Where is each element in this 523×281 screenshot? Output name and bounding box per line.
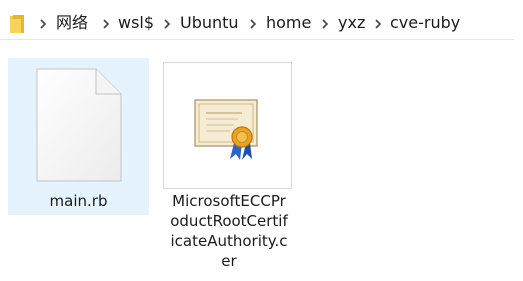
breadcrumb-item-yxz[interactable]: yxz xyxy=(338,13,365,33)
file-name-line: icateAuthority.c xyxy=(170,232,288,250)
chevron-right-icon[interactable] xyxy=(248,18,258,30)
chevron-right-icon[interactable] xyxy=(38,18,48,30)
file-name-line: oductRootCertif xyxy=(170,212,288,230)
chevron-right-icon[interactable] xyxy=(162,18,172,30)
certificate-icon xyxy=(194,99,258,160)
file-name: main.rb xyxy=(49,192,108,210)
breadcrumb-item-network[interactable]: 网络 xyxy=(56,13,88,33)
breadcrumb-item-home[interactable]: home xyxy=(266,13,311,33)
file-tile-certificate[interactable] xyxy=(163,62,292,189)
chevron-right-icon[interactable] xyxy=(373,18,383,30)
breadcrumb-item-wsl[interactable]: wsl$ xyxy=(118,13,154,33)
breadcrumb-item-cve-ruby[interactable]: cve-ruby xyxy=(390,13,460,33)
file-name-line: er xyxy=(221,252,237,270)
address-bar[interactable]: 网络 wsl$ Ubuntu home yxz cve-ruby xyxy=(0,0,514,40)
file-name-line: MicrosoftECCPr xyxy=(172,192,286,210)
file-tile-main-rb[interactable]: main.rb xyxy=(8,58,149,215)
folder-icon xyxy=(10,15,24,33)
breadcrumb-item-ubuntu[interactable]: Ubuntu xyxy=(180,13,239,33)
file-name: MicrosoftECCPr oductRootCertif icateAuth… xyxy=(162,191,296,271)
chevron-right-icon[interactable] xyxy=(101,18,111,30)
blank-file-icon xyxy=(36,68,122,182)
chevron-right-icon[interactable] xyxy=(320,18,330,30)
